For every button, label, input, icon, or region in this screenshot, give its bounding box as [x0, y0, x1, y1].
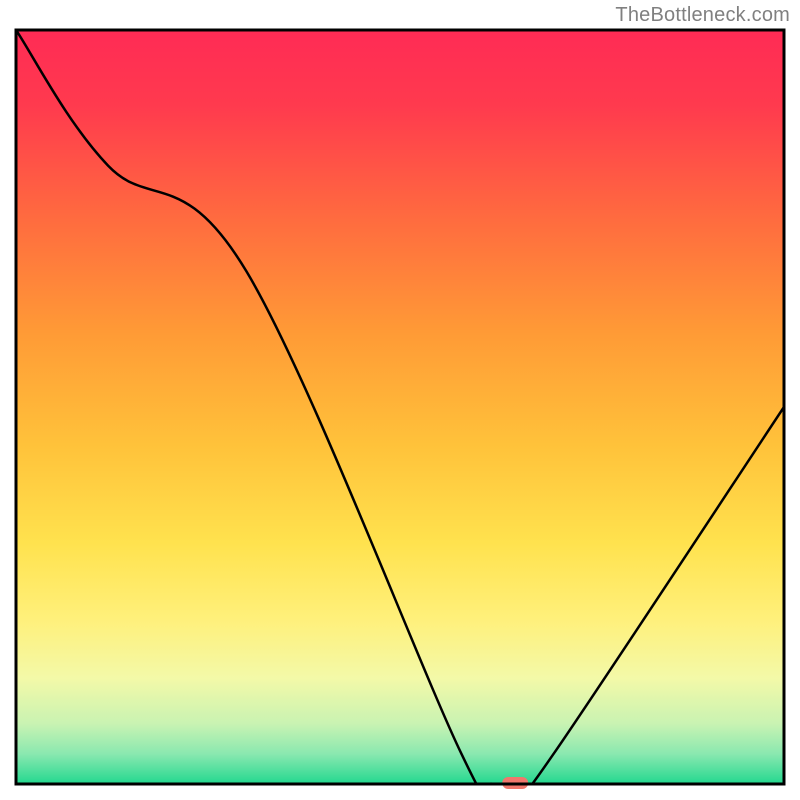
gradient-background — [16, 30, 784, 784]
bottleneck-chart: TheBottleneck.com — [0, 0, 800, 800]
watermark-text: TheBottleneck.com — [615, 4, 790, 27]
chart-svg — [0, 0, 800, 800]
